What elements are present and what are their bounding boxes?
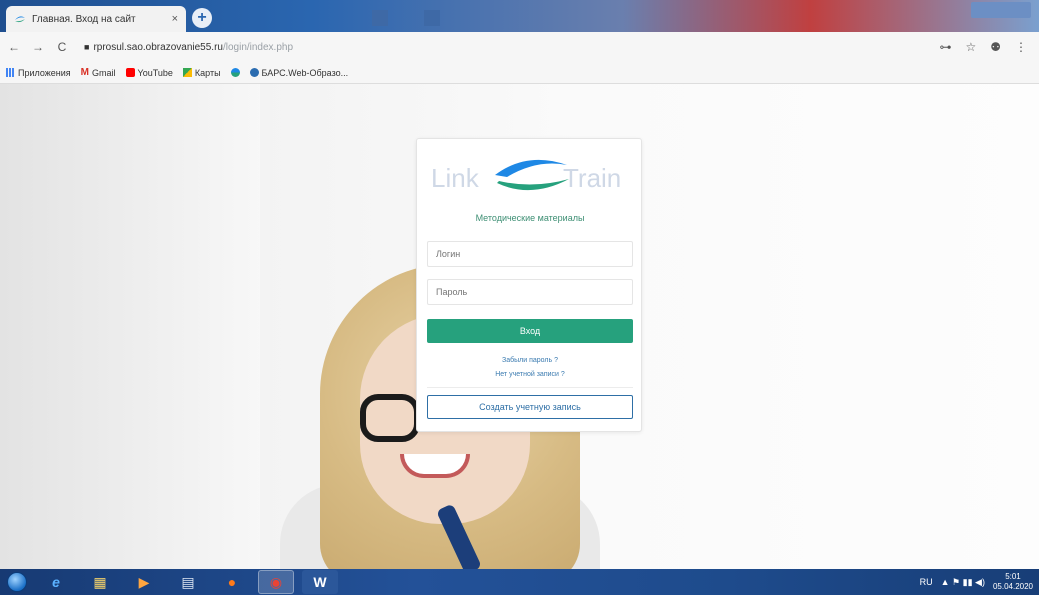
menu-icon[interactable]: ⋮ xyxy=(1015,40,1027,54)
browser-tab[interactable]: Главная. Вход на сайт × xyxy=(6,6,186,32)
browser-tab-strip: Главная. Вход на сайт × + xyxy=(0,0,1039,32)
lock-icon: ■ xyxy=(84,42,90,52)
login-button[interactable]: Вход xyxy=(427,319,633,343)
site-logo: Link and Train xyxy=(427,149,633,201)
bookmark-maps[interactable]: Карты xyxy=(182,67,221,78)
forward-button-icon[interactable]: → xyxy=(28,40,48,54)
bookmark-bars[interactable]: БАРС.Web-Образо... xyxy=(249,67,349,78)
password-input[interactable] xyxy=(427,279,633,305)
bookmarks-bar: Приложения M Gmail YouTube Карты БАРС.We… xyxy=(0,62,1039,84)
taskbar-firefox-icon[interactable]: ● xyxy=(214,570,250,594)
address-path: /login/index.php xyxy=(222,41,294,53)
windows-orb-icon xyxy=(7,572,27,592)
no-account-link[interactable]: Нет учетной записи ? xyxy=(417,371,643,378)
taskbar: e ▦ ▶ ▤ ● ◉ W RU ▲ ⚑ ▮▮ ◀) 5:01 05.04.20… xyxy=(0,569,1039,595)
clock-time: 5:01 xyxy=(1005,572,1021,581)
bookmark-star-icon[interactable]: ☆ xyxy=(965,40,976,54)
address-host: rprosul.sao.obrazovanie55.ru xyxy=(93,41,223,53)
site-favicon-icon xyxy=(14,13,26,25)
apps-grid-icon xyxy=(6,68,15,77)
back-button-icon[interactable]: ← xyxy=(4,40,24,54)
bookmark-apps[interactable]: Приложения xyxy=(6,68,71,78)
bookmark-label: Приложения xyxy=(18,67,71,78)
maps-icon xyxy=(182,68,192,77)
clock[interactable]: 5:01 05.04.2020 xyxy=(993,572,1033,592)
taskbar-media-icon[interactable]: ▶ xyxy=(126,570,162,594)
bookmark-youtube[interactable]: YouTube xyxy=(125,67,173,78)
taskbar-files-icon[interactable]: ▤ xyxy=(170,570,206,594)
divider xyxy=(427,387,633,388)
taskbar-explorer-icon[interactable]: ▦ xyxy=(82,570,118,594)
logo-text-right: Train xyxy=(563,163,621,193)
forgot-password-link[interactable]: Забыли пароль ? xyxy=(417,357,643,364)
window-controls[interactable] xyxy=(971,2,1031,18)
create-account-button[interactable]: Создать учетную запись xyxy=(427,395,633,419)
window-decoration xyxy=(424,10,440,26)
bookmark-label: Gmail xyxy=(92,67,116,78)
tray-icons[interactable]: ▲ ⚑ ▮▮ ◀) xyxy=(941,577,985,588)
login-input[interactable] xyxy=(427,241,633,267)
background-window-light xyxy=(0,84,260,569)
new-tab-button[interactable]: + xyxy=(192,8,212,28)
system-tray: RU ▲ ⚑ ▮▮ ◀) 5:01 05.04.2020 xyxy=(920,572,1039,592)
bars-icon xyxy=(249,68,259,77)
bookmark-gmail[interactable]: M Gmail xyxy=(81,67,116,78)
login-subtitle: Методические материалы xyxy=(475,213,585,223)
bookmark-label: YouTube xyxy=(137,67,173,78)
reload-button-icon[interactable]: C xyxy=(52,40,72,54)
page-content: Link and Train Методические материалы Вх… xyxy=(0,84,1039,569)
address-bar[interactable]: ■ rprosul.sao.obrazovanie55.ru/login/ind… xyxy=(84,36,914,58)
taskbar-ie-icon[interactable]: e xyxy=(38,570,74,594)
profile-icon[interactable]: ⚉ xyxy=(990,40,1001,54)
tab-close-icon[interactable]: × xyxy=(172,13,178,25)
clock-date: 05.04.2020 xyxy=(992,582,1033,591)
start-button[interactable] xyxy=(0,569,34,595)
language-indicator[interactable]: RU xyxy=(920,577,933,587)
logo-text-mid: and xyxy=(523,176,538,186)
youtube-icon xyxy=(125,68,135,77)
key-icon[interactable]: ⊶ xyxy=(939,40,951,54)
bookmark-site[interactable] xyxy=(230,68,240,77)
site-icon xyxy=(230,68,240,77)
gmail-icon: M xyxy=(80,67,89,78)
logo-text-left: Link xyxy=(431,163,480,193)
window-decoration xyxy=(372,10,388,26)
taskbar-chrome-icon[interactable]: ◉ xyxy=(258,570,294,594)
browser-tab-title: Главная. Вход на сайт xyxy=(32,13,136,25)
browser-toolbar: ← → C ■ rprosul.sao.obrazovanie55.ru/log… xyxy=(0,32,1039,62)
toolbar-right-icons: ⊶ ☆ ⚉ ⋮ xyxy=(939,40,1039,54)
background-photo-glasses xyxy=(360,394,420,442)
bookmark-label: БАРС.Web-Образо... xyxy=(261,67,349,78)
login-card: Link and Train Методические материалы Вх… xyxy=(416,138,642,432)
bookmark-label: Карты xyxy=(194,67,221,78)
taskbar-word-icon[interactable]: W xyxy=(302,570,338,594)
